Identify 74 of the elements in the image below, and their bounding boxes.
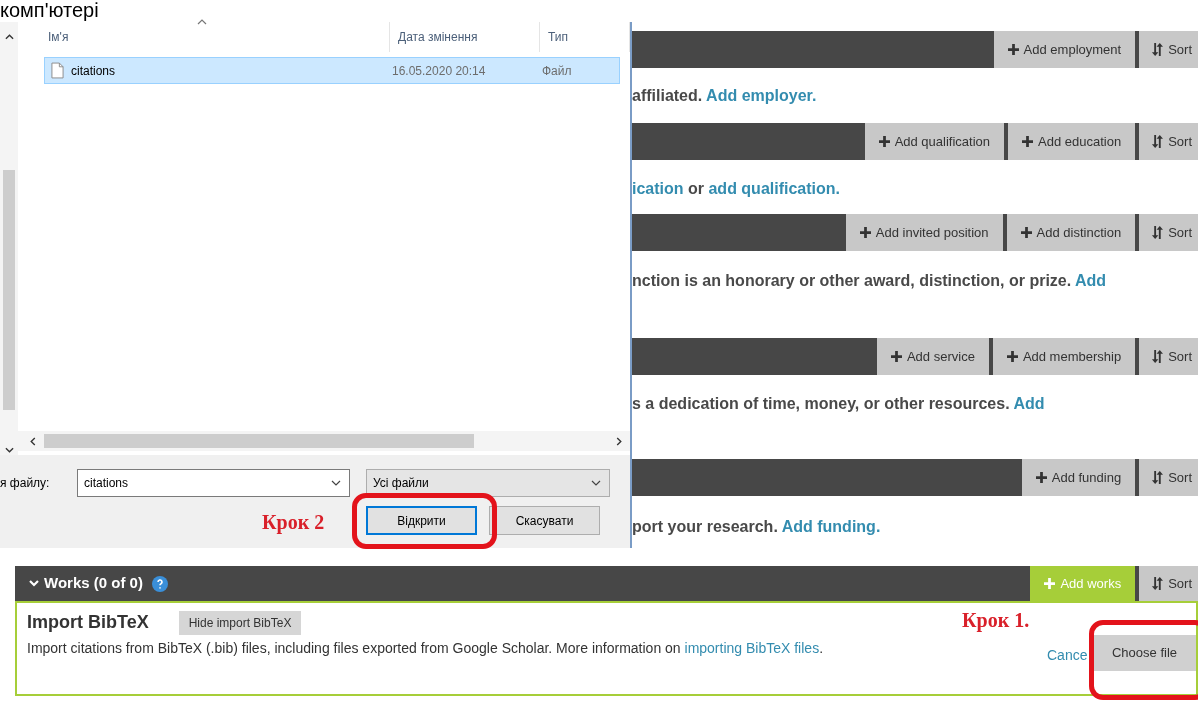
file-date: 16.05.2020 20:14 bbox=[391, 62, 487, 80]
navigation-scrollbar[interactable] bbox=[0, 22, 18, 455]
description-link[interactable]: Add funding. bbox=[781, 518, 881, 535]
description-text: or bbox=[687, 180, 705, 197]
plus-icon bbox=[1007, 44, 1019, 55]
add-button[interactable]: Add qualification bbox=[864, 123, 1005, 160]
column-header[interactable]: Дата змінення bbox=[390, 22, 540, 52]
file-type: Файл bbox=[541, 62, 572, 80]
filename-field[interactable]: citations bbox=[77, 469, 350, 497]
sort-icon bbox=[1151, 43, 1164, 56]
add-button[interactable]: Add service bbox=[876, 338, 989, 375]
sort-caret-icon bbox=[197, 19, 208, 25]
plus-icon bbox=[1022, 136, 1034, 147]
description-link[interactable]: Add bbox=[1013, 395, 1045, 412]
scroll-down-icon[interactable] bbox=[4, 447, 14, 453]
file-icon bbox=[51, 62, 64, 79]
import-title: Import BibTeX bbox=[27, 611, 149, 634]
hide-import-button[interactable]: Hide import BibTeX bbox=[178, 610, 302, 635]
plus-icon bbox=[1035, 472, 1047, 483]
plus-icon bbox=[1044, 578, 1056, 589]
column-header[interactable]: Тип bbox=[540, 22, 630, 52]
description-text: s a dedication of time, money, or other resources. bbox=[632, 395, 1011, 412]
sort-button[interactable]: Sort bbox=[1139, 566, 1198, 601]
plus-icon bbox=[1020, 227, 1032, 238]
scroll-thumb[interactable] bbox=[3, 170, 15, 410]
sort-icon bbox=[1151, 226, 1164, 239]
step-label: Крок 1. bbox=[962, 608, 1030, 634]
cancel-link[interactable]: Cance bbox=[1047, 645, 1088, 666]
chevron-down-icon[interactable] bbox=[591, 480, 601, 486]
import-description: Import citations from BibTeX (.bib) files, including files exported from Google Scholar. More information on importing BibTeX files. bbox=[27, 639, 825, 658]
choose-file-button[interactable]: Choose file bbox=[1093, 635, 1196, 671]
sort-button[interactable]: Sort bbox=[1139, 459, 1198, 496]
sort-icon bbox=[1151, 350, 1164, 363]
add-button[interactable]: Add distinction bbox=[1006, 214, 1136, 251]
sort-button[interactable]: Sort bbox=[1139, 338, 1198, 375]
sort-icon bbox=[1151, 577, 1164, 590]
help-icon[interactable] bbox=[151, 575, 168, 592]
description-link[interactable]: Add bbox=[1075, 272, 1107, 289]
sort-button[interactable]: Sort bbox=[1139, 123, 1198, 160]
plus-icon bbox=[878, 136, 890, 147]
file-type-dropdown[interactable]: Усі файли bbox=[366, 469, 610, 497]
scroll-up-icon[interactable] bbox=[4, 34, 14, 40]
description-link[interactable]: Add employer. bbox=[706, 87, 817, 104]
scroll-right-icon[interactable] bbox=[616, 436, 622, 446]
add-button[interactable]: Add employment bbox=[993, 31, 1136, 68]
sort-button[interactable]: Sort bbox=[1139, 214, 1198, 251]
description-text: nction is an honorary or other award, distinction, or prize. bbox=[632, 272, 1073, 289]
sort-icon bbox=[1151, 471, 1164, 484]
description-text: port your research. bbox=[632, 518, 779, 535]
filename-label: я файлу: bbox=[0, 475, 50, 492]
add-button[interactable]: Add membership bbox=[992, 338, 1136, 375]
description-link[interactable]: ication bbox=[632, 180, 684, 197]
sort-icon bbox=[1151, 135, 1164, 148]
description-text: affiliated. bbox=[632, 87, 704, 104]
column-header[interactable]: Ім'я bbox=[40, 22, 390, 52]
file-name: citations bbox=[71, 62, 116, 80]
plus-icon bbox=[859, 227, 871, 238]
plus-icon bbox=[890, 351, 902, 362]
add-button[interactable]: Add invited position bbox=[845, 214, 1003, 251]
file-row[interactable]: citations 16.05.2020 20:14 Файл bbox=[44, 57, 620, 84]
plus-icon bbox=[1006, 351, 1018, 362]
cancel-button[interactable]: Скасувати bbox=[489, 506, 600, 535]
scroll-left-icon[interactable] bbox=[30, 436, 36, 446]
scroll-thumb[interactable] bbox=[44, 434, 474, 448]
description-link[interactable]: add qualification. bbox=[708, 180, 840, 197]
sort-button[interactable]: Sort bbox=[1139, 31, 1198, 68]
works-title[interactable]: Works (0 of 0) bbox=[44, 572, 143, 595]
chevron-down-icon[interactable] bbox=[331, 480, 341, 486]
add-button[interactable]: Add education bbox=[1008, 123, 1136, 160]
add-button[interactable]: Add funding bbox=[1021, 459, 1136, 496]
open-button[interactable]: Відкрити bbox=[366, 506, 477, 535]
horizontal-scrollbar[interactable] bbox=[18, 431, 630, 451]
page-heading: комп'ютері bbox=[0, 0, 99, 20]
step-label: Крок 2 bbox=[262, 510, 325, 536]
